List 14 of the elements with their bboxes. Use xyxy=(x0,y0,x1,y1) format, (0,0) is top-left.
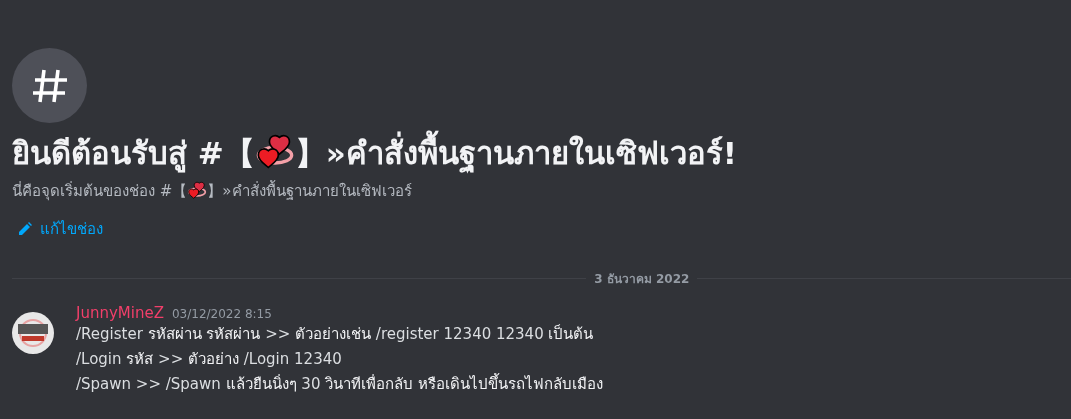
message-line: /Spawn >> /Spawn แล้วยืนนิ่งๆ 30 วินาทีเพื่อกลับ หรือเดินไปขึ้นรถไฟกลับเมือง xyxy=(76,372,603,395)
welcome-title: ยินดีต้อนรับสู่ #【 xyxy=(12,134,255,175)
edit-channel-link[interactable]: แก้ไขช่อง xyxy=(18,217,103,241)
welcome-title: 】»คำสั่งพื้นฐานภายในเซิฟเวอร์! xyxy=(294,131,737,175)
pencil-icon xyxy=(18,222,32,236)
channel-description: นี่คือจุดเริ่มต้นของช่อง #【 xyxy=(12,180,188,203)
message-line: /Register รหัสผ่าน รหัสผ่าน >> ตัวอย่างเช่น /register 12340 12340 เป็นต้น xyxy=(76,323,595,345)
hearts-icon xyxy=(187,181,208,201)
message-line: /Login รหัส >> ตัวอย่าง /Login 12340 xyxy=(76,349,343,370)
avatar-icon xyxy=(12,312,54,354)
message-timestamp: 03/12/2022 8:15 xyxy=(171,307,272,321)
author-name[interactable]: JunnyMineZ xyxy=(76,304,164,322)
date-divider-label: 3 ธันวาคม 2022 xyxy=(594,271,690,288)
channel-description: 】»คำสั่งพื้นฐานภายในเซิฟเวอร์ xyxy=(207,179,412,202)
